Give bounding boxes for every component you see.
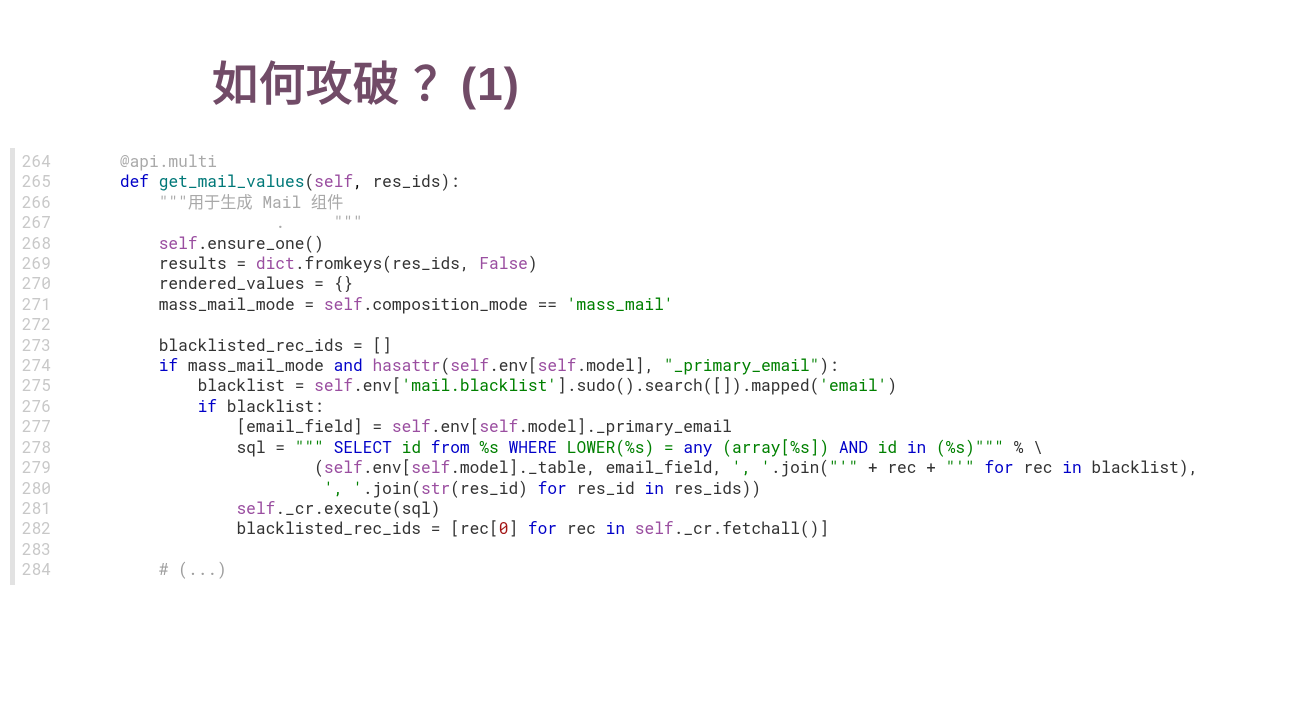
keyword-if: if <box>198 397 217 417</box>
keyword-for: for <box>528 519 557 539</box>
code-line: 268 self.ensure_one() <box>15 234 1304 254</box>
keyword-if: if <box>159 356 178 376</box>
sql-select: SELECT <box>334 438 392 458</box>
keyword-for: for <box>985 458 1014 478</box>
line-number: 276 <box>15 397 57 417</box>
code-line: 266 """用于生成 Mail 组件 <box>15 193 1304 213</box>
code-line: 265 def get_mail_values(self, res_ids): <box>15 172 1304 192</box>
builtin-hasattr: hasattr <box>372 356 440 376</box>
line-number: 264 <box>15 152 57 172</box>
keyword-in: in <box>1062 458 1081 478</box>
code-line: 276 if blacklist: <box>15 397 1304 417</box>
code-line: 284 # (...) <box>15 560 1304 580</box>
code-line: 273 blacklisted_rec_ids = [] <box>15 336 1304 356</box>
line-number: 277 <box>15 417 57 437</box>
code-line: 281 self._cr.execute(sql) <box>15 499 1304 519</box>
line-number: 269 <box>15 254 57 274</box>
comment: # (...) <box>159 560 227 580</box>
code-line: 275 blacklist = self.env['mail.blacklist… <box>15 376 1304 396</box>
sql-in: in <box>907 438 926 458</box>
code-line: 264 @api.multi <box>15 152 1304 172</box>
code-line: 269 results = dict.fromkeys(res_ids, Fal… <box>15 254 1304 274</box>
builtin-str: str <box>421 479 450 499</box>
sql-from: from <box>431 438 470 458</box>
line-number: 265 <box>15 172 57 192</box>
line-number: 278 <box>15 438 57 458</box>
param-self: self <box>314 172 353 192</box>
keyword-in: in <box>644 479 663 499</box>
keyword-and: and <box>334 356 363 376</box>
code-line: 279 (self.env[self.model]._table, email_… <box>15 458 1304 478</box>
decorator: @api.multi <box>120 152 217 172</box>
line-number: 273 <box>15 336 57 356</box>
line-number: 281 <box>15 499 57 519</box>
code-line: 278 sql = """ SELECT id from %s WHERE LO… <box>15 438 1304 458</box>
code-line: 270 rendered_values = {} <box>15 274 1304 294</box>
function-name: get_mail_values <box>159 172 305 192</box>
keyword-def: def <box>120 172 149 192</box>
line-number: 275 <box>15 376 57 396</box>
code-line: 271 mass_mail_mode = self.composition_mo… <box>15 295 1304 315</box>
code-line: 272 <box>15 315 1304 335</box>
number-literal: 0 <box>499 519 509 539</box>
code-line: 274 if mass_mail_mode and hasattr(self.e… <box>15 356 1304 376</box>
line-number: 266 <box>15 193 57 213</box>
line-number: 280 <box>15 479 57 499</box>
docstring-text: 用于生成 Mail 组件 <box>188 193 343 213</box>
builtin-dict: dict <box>256 254 295 274</box>
string-literal: 'mass_mail' <box>567 295 674 315</box>
const-false: False <box>479 254 528 274</box>
docstring-open: """ <box>159 193 188 213</box>
line-number: 271 <box>15 295 57 315</box>
code-line: 277 [email_field] = self.env[self.model]… <box>15 417 1304 437</box>
code-block: 264 @api.multi 265 def get_mail_values(s… <box>10 148 1304 585</box>
sql-and: AND <box>839 438 868 458</box>
code-line: 282 blacklisted_rec_ids = [rec[0] for re… <box>15 519 1304 539</box>
sql-where: WHERE <box>508 438 557 458</box>
line-number: 284 <box>15 560 57 580</box>
line-number: 283 <box>15 540 57 560</box>
sql-any: any <box>683 438 712 458</box>
slide-title: 如何攻破 ？(1) <box>212 48 520 114</box>
line-number: 268 <box>15 234 57 254</box>
line-number: 279 <box>15 458 57 478</box>
keyword-in: in <box>606 519 625 539</box>
line-number: 272 <box>15 315 57 335</box>
line-number: 267 <box>15 213 57 233</box>
line-number: 282 <box>15 519 57 539</box>
line-number: 270 <box>15 274 57 294</box>
line-number: 274 <box>15 356 57 376</box>
keyword-for: for <box>538 479 567 499</box>
code-line: 283 <box>15 540 1304 560</box>
code-line: 267 . """ <box>15 213 1304 233</box>
code-line: 280 ', '.join(str(res_id) for res_id in … <box>15 479 1304 499</box>
docstring-close: """ <box>334 213 363 233</box>
